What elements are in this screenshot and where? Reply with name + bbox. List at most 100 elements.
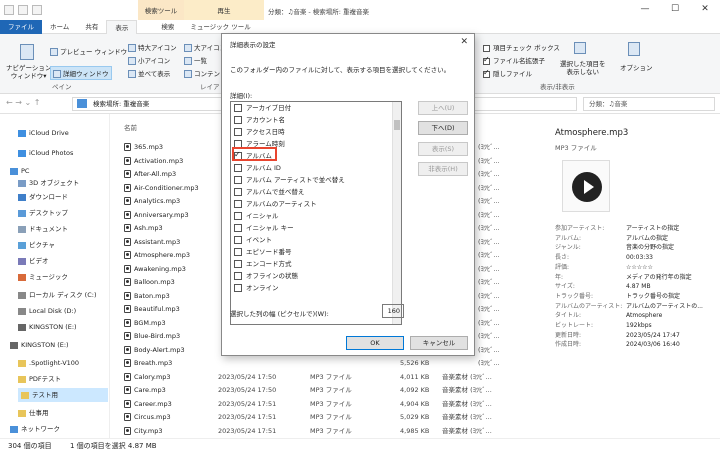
details-list-item[interactable]: アルバム ID — [234, 163, 281, 174]
dialog-close-button[interactable]: ✕ — [460, 37, 468, 47]
show-button[interactable]: 表示(S) — [418, 142, 468, 156]
details-list-item[interactable]: アルバムのアーティスト — [234, 199, 317, 210]
checkbox[interactable] — [234, 188, 242, 196]
list-scrollbar[interactable] — [392, 102, 401, 324]
nav-item[interactable]: ドキュメント — [18, 222, 68, 236]
column-width-input[interactable]: 160 — [382, 304, 404, 318]
checkbox[interactable] — [234, 176, 242, 184]
file-row[interactable]: 365.mp3 — [124, 141, 163, 153]
move-up-button[interactable]: 上へ(U) — [418, 101, 468, 115]
tab-share[interactable]: 共有 — [77, 20, 106, 34]
maximize-button[interactable]: ☐ — [660, 0, 690, 18]
cancel-button[interactable]: キャンセル — [410, 336, 468, 350]
details-pane-button[interactable]: 詳細ウィンドウ — [50, 66, 112, 80]
file-row[interactable]: Blue-Bird.mp3 — [124, 330, 180, 342]
details-list-item[interactable]: アカウント名 — [234, 115, 285, 126]
nav-arrows[interactable]: ← → ⌄ ↑ — [6, 98, 40, 107]
file-row[interactable]: Awakening.mp3 — [124, 263, 186, 275]
nav-item[interactable]: ネットワーク — [10, 422, 60, 436]
file-row[interactable]: Baton.mp3 — [124, 290, 170, 302]
layout-content[interactable]: コンテン — [184, 68, 220, 78]
file-row[interactable]: Air-Conditioner.mp3 — [124, 182, 199, 194]
nav-item[interactable]: 3D オブジェクト — [18, 176, 79, 190]
checkbox[interactable] — [483, 68, 490, 78]
nav-item[interactable]: ピクチャ — [18, 238, 55, 252]
nav-item[interactable]: デスクトップ — [18, 206, 68, 220]
nav-item[interactable]: Local Disk (D:) — [18, 304, 76, 318]
checkbox[interactable] — [234, 236, 242, 244]
layout-xl-icons[interactable]: 特大アイコン — [128, 42, 177, 52]
details-list-item[interactable]: アルバムで並べ替え — [234, 187, 304, 198]
checkbox[interactable] — [234, 104, 242, 112]
details-list-item[interactable]: エピソード番号 — [234, 247, 292, 258]
checkbox[interactable] — [234, 116, 242, 124]
hide-selected-button[interactable]: 選択した項目を 表示しない — [560, 60, 606, 76]
details-list-item[interactable]: オフラインの状態 — [234, 271, 298, 282]
layout-list[interactable]: 一覧 — [184, 55, 207, 65]
options-button[interactable]: オプション — [620, 62, 653, 72]
file-row[interactable]: Breath.mp3 — [124, 357, 172, 369]
nav-item[interactable]: ミュージック — [18, 270, 68, 284]
tab-home[interactable]: ホーム — [42, 20, 77, 34]
nav-item[interactable]: .Spotlight-V100 — [18, 356, 79, 370]
checkbox[interactable] — [234, 200, 242, 208]
tab-file[interactable]: ファイル — [0, 20, 42, 34]
details-list-item[interactable]: アーカイブ日付 — [234, 103, 291, 114]
file-row[interactable]: After-All.mp3 — [124, 168, 176, 180]
details-list-item[interactable]: イベント — [234, 235, 272, 246]
checkbox[interactable] — [483, 44, 490, 52]
nav-pane-button[interactable]: ナビゲーション ウィンドウ▾ — [6, 64, 51, 80]
checkbox[interactable] — [483, 55, 490, 65]
details-list-item[interactable]: アクセス日時 — [234, 127, 285, 138]
tab-search[interactable]: 検索 — [153, 20, 182, 34]
file-row[interactable]: Atmosphere.mp3 — [124, 249, 190, 261]
nav-item[interactable]: ダウンロード — [18, 190, 68, 204]
file-row[interactable]: Balloon.mp3 — [124, 276, 175, 288]
file-row[interactable]: City.mp3 — [124, 425, 162, 437]
scrollbar-thumb[interactable] — [394, 120, 400, 130]
file-row[interactable]: Beautiful.mp3 — [124, 303, 180, 315]
checkbox[interactable] — [234, 212, 242, 220]
checkbox[interactable] — [234, 128, 242, 136]
ok-button[interactable]: OK — [346, 336, 404, 350]
layout-small-icons[interactable]: 小アイコン — [128, 55, 170, 65]
file-row[interactable]: Body-Alert.mp3 — [124, 344, 185, 356]
checkbox[interactable] — [234, 272, 242, 280]
file-row[interactable]: Assistant.mp3 — [124, 236, 180, 248]
close-button[interactable]: ✕ — [690, 0, 720, 18]
nav-item[interactable]: ローカル ディスク (C:) — [18, 288, 96, 302]
checkbox[interactable] — [234, 224, 242, 232]
file-row[interactable]: Anniversary.mp3 — [124, 209, 189, 221]
file-row[interactable]: Activation.mp3 — [124, 155, 183, 167]
details-list-item[interactable]: イニシャル キー — [234, 223, 294, 234]
layout-tiles[interactable]: 並べて表示 — [128, 68, 170, 78]
check-icon[interactable] — [18, 5, 28, 15]
folder-icon[interactable] — [32, 5, 42, 15]
details-list-item[interactable]: エンコード方式 — [234, 259, 292, 270]
checkbox[interactable] — [234, 260, 242, 268]
nav-item[interactable]: iCloud Drive — [18, 126, 69, 140]
file-row[interactable]: BGM.mp3 — [124, 317, 166, 329]
nav-item[interactable]: iCloud Photos — [18, 146, 73, 160]
nav-item[interactable]: ビデオ — [18, 254, 49, 268]
item-checkbox-toggle[interactable]: 項目チェック ボックス — [483, 42, 560, 52]
file-row[interactable]: Analytics.mp3 — [124, 195, 180, 207]
hide-button[interactable]: 非表示(H) — [418, 162, 468, 176]
nav-item[interactable]: KINGSTON (E:) — [18, 320, 77, 334]
tab-view[interactable]: 表示 — [106, 20, 138, 34]
details-list-item[interactable]: イニシャル — [234, 211, 279, 222]
file-row[interactable]: Career.mp3 — [124, 398, 172, 410]
checkbox[interactable] — [234, 164, 242, 172]
nav-item[interactable]: PDFテスト — [18, 372, 61, 386]
nav-item[interactable]: 仕事用 — [18, 406, 49, 420]
property-value[interactable]: ☆☆☆☆☆ — [626, 263, 653, 272]
file-row[interactable]: Calory.mp3 — [124, 371, 171, 383]
checkbox[interactable] — [234, 248, 242, 256]
tab-music-tools[interactable]: ミュージック ツール — [182, 20, 258, 34]
checkbox[interactable] — [234, 284, 242, 292]
details-list-item[interactable]: オンライン — [234, 283, 279, 294]
quick-access-toolbar[interactable] — [4, 4, 42, 16]
file-row[interactable]: Circus.mp3 — [124, 411, 171, 423]
hidden-files-toggle[interactable]: 隠しファイル — [483, 68, 532, 78]
preview-pane-button[interactable]: プレビュー ウィンドウ — [50, 46, 127, 56]
